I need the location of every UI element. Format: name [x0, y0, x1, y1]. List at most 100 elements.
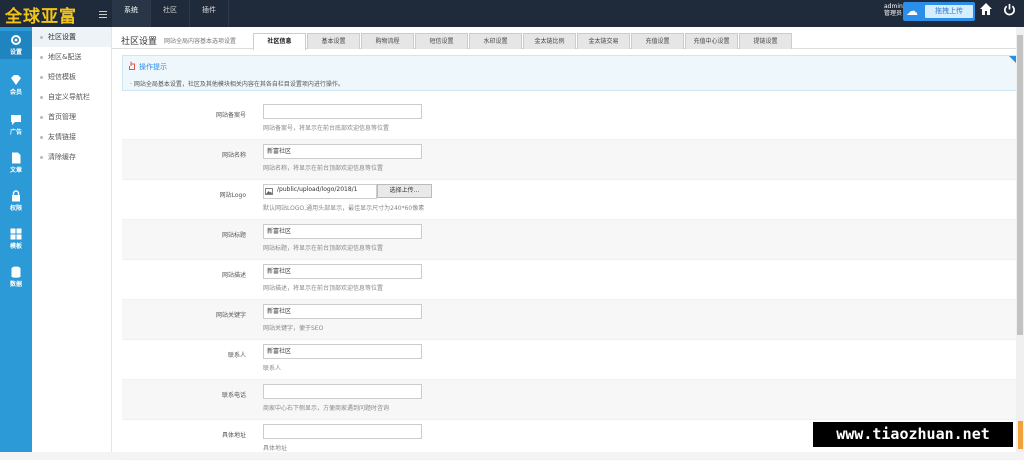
- tip-title: 操作提示: [139, 63, 167, 71]
- top-nav: 系统 社区 插件: [112, 0, 229, 27]
- contact-phone-input[interactable]: [263, 384, 422, 399]
- tab-recharge-center[interactable]: 充值中心设置: [685, 33, 738, 49]
- tab-chain-trade[interactable]: 金太链交易: [577, 33, 630, 49]
- field-label: 联系电话: [221, 392, 246, 399]
- main-sidebar: 设置 会员 广告 文章 权限 模板 数据: [0, 27, 32, 452]
- form-row: 联系电话 商家中心右下侧显示，方便商家遇到问题时咨询: [122, 380, 1020, 420]
- corner-widget: [1018, 421, 1023, 449]
- form-row: 网站名称 新富社区 网站名称，将显示在前台顶部欢迎信息等位置: [122, 140, 1020, 180]
- field-label: 网站备案号: [215, 112, 246, 119]
- page-title: 社区设置: [121, 37, 158, 47]
- form-row: 联系人 新富社区 联系人: [122, 340, 1020, 380]
- form-row: 网站标题 新富社区 网站标题，将显示在前台顶部欢迎信息等位置: [122, 220, 1020, 260]
- logo-path-value: /public/upload/logo/2018/1: [277, 186, 358, 193]
- page-header: 社区设置 网站全局内容基本选项设置 社区信息 基本设置 购物流程 短信设置 水印…: [112, 27, 1022, 50]
- tab-withdraw-settings[interactable]: 提链设置: [739, 33, 792, 49]
- tab-basic-settings[interactable]: 基本设置: [307, 33, 360, 49]
- home-icon[interactable]: [979, 2, 993, 16]
- tab-watermark-settings[interactable]: 水印设置: [469, 33, 522, 49]
- sidebar-item-label: 数据: [9, 281, 22, 288]
- grid-icon: [10, 228, 22, 240]
- subnav-item-sms-templates[interactable]: 短信模板: [32, 67, 111, 87]
- sidebar-item-label: 广告: [9, 129, 22, 136]
- field-hint: 网站关键字，便于SEO: [263, 325, 324, 332]
- gear-icon: [11, 35, 21, 45]
- sub-sidebar: 社区设置 地区&配送 短信模板 自定义导航栏 首页管理 友情链接 清除缓存: [32, 27, 112, 452]
- site-logo[interactable]: 全球亚富: [5, 2, 97, 27]
- subnav-item-community-settings[interactable]: 社区设置: [32, 27, 111, 47]
- field-hint: 网站名称，将显示在前台顶部欢迎信息等位置: [263, 165, 384, 172]
- field-label: 联系人: [227, 352, 246, 359]
- main-content: 社区设置 网站全局内容基本选项设置 社区信息 基本设置 购物流程 短信设置 水印…: [112, 27, 1024, 460]
- topnav-item-plugins[interactable]: 插件: [190, 0, 229, 27]
- tab-community-info[interactable]: 社区信息: [253, 33, 306, 50]
- form-row: 网站Logo /public/upload/logo/2018/1 选择上传..…: [122, 180, 1020, 220]
- tip-box: 操作提示 · 网站全局基本设置，社区及其他模块相关内容在其各自栏目设置项内进行操…: [122, 55, 1020, 91]
- settings-form: 网站备案号 网站备案号，将显示在前台底部欢迎信息等位置 网站名称 新富社区 网站…: [122, 100, 1020, 460]
- diamond-icon: [11, 75, 21, 85]
- field-label: 具体地址: [221, 432, 246, 439]
- field-hint: 默认网站LOGO,通用头部显示，最佳显示尺寸为240*60像素: [263, 205, 425, 212]
- sidebar-item-label: 设置: [9, 49, 22, 56]
- field-hint: 网站描述，将显示在前台顶部欢迎信息等位置: [263, 285, 384, 292]
- tip-text: · 网站全局基本设置，社区及其他模块相关内容在其各自栏目设置项内进行操作。: [130, 81, 344, 88]
- settings-tabs: 社区信息 基本设置 购物流程 短信设置 水印设置 金太链比例 金太链交易 充值设…: [253, 33, 793, 50]
- field-label: 网站关键字: [215, 312, 246, 319]
- form-row: 网站备案号 网站备案号，将显示在前台底部欢迎信息等位置: [122, 100, 1020, 140]
- topnav-item-community[interactable]: 社区: [151, 0, 190, 27]
- sidebar-item-members[interactable]: 会员: [0, 71, 32, 99]
- tab-chain-ratio[interactable]: 金太链比例: [523, 33, 576, 49]
- sidebar-item-settings[interactable]: 设置: [0, 31, 32, 59]
- hand-pointer-icon: [129, 61, 135, 70]
- field-label: 网站名称: [221, 152, 246, 159]
- form-row: 网站描述 新富社区 网站描述，将显示在前台顶部欢迎信息等位置: [122, 260, 1020, 300]
- site-title-input[interactable]: 新富社区: [263, 224, 422, 239]
- sidebar-item-label: 会员: [9, 89, 22, 96]
- top-bar: 全球亚富 系统 社区 插件 admin 管理员 ☁ 拖拽上传: [0, 0, 1024, 27]
- icp-number-input[interactable]: [263, 104, 422, 119]
- subnav-item-friend-links[interactable]: 友情链接: [32, 127, 111, 147]
- site-keywords-input[interactable]: 新富社区: [263, 304, 422, 319]
- field-hint: 商家中心右下侧显示，方便商家遇到问题时咨询: [263, 405, 390, 412]
- subnav-item-custom-nav[interactable]: 自定义导航栏: [32, 87, 111, 107]
- message-icon: [11, 115, 21, 125]
- upload-cloud-icon: ☁: [906, 4, 918, 18]
- field-label: 网站描述: [221, 272, 246, 279]
- page-scrollbar[interactable]: [1016, 27, 1024, 452]
- field-hint: 网站备案号，将显示在前台底部欢迎信息等位置: [263, 125, 390, 132]
- menu-toggle-icon[interactable]: [99, 11, 107, 19]
- form-row: 网站关键字 新富社区 网站关键字，便于SEO: [122, 300, 1020, 340]
- sidebar-item-label: 权限: [9, 205, 22, 212]
- sidebar-item-articles[interactable]: 文章: [0, 149, 32, 177]
- field-hint: 具体地址: [263, 445, 288, 452]
- subnav-item-region-shipping[interactable]: 地区&配送: [32, 47, 111, 67]
- field-label: 网站Logo: [219, 192, 246, 199]
- field-label: 网站标题: [221, 232, 246, 239]
- address-input[interactable]: [263, 424, 422, 439]
- sidebar-item-label: 模板: [9, 243, 22, 250]
- tab-recharge-settings[interactable]: 充值设置: [631, 33, 684, 49]
- image-icon: [265, 188, 273, 195]
- drag-upload-widget[interactable]: ☁ 拖拽上传: [903, 2, 975, 21]
- field-hint: 网站标题，将显示在前台顶部欢迎信息等位置: [263, 245, 384, 252]
- choose-upload-button[interactable]: 选择上传...: [377, 184, 432, 198]
- sidebar-item-templates[interactable]: 模板: [0, 225, 32, 253]
- subnav-item-clear-cache[interactable]: 清除缓存: [32, 147, 111, 167]
- tab-shopping-flow[interactable]: 购物流程: [361, 33, 414, 49]
- site-description-input[interactable]: 新富社区: [263, 264, 422, 279]
- power-icon[interactable]: [1003, 3, 1016, 16]
- document-icon: [12, 152, 21, 164]
- sidebar-item-data[interactable]: 数据: [0, 263, 32, 291]
- tab-sms-settings[interactable]: 短信设置: [415, 33, 468, 49]
- scrollbar-thumb[interactable]: [1017, 35, 1023, 335]
- drag-upload-button[interactable]: 拖拽上传: [925, 5, 973, 18]
- topnav-item-system[interactable]: 系统: [112, 0, 151, 27]
- subnav-item-homepage[interactable]: 首页管理: [32, 107, 111, 127]
- sidebar-item-ads[interactable]: 广告: [0, 111, 32, 139]
- contact-person-input[interactable]: 新富社区: [263, 344, 422, 359]
- site-name-input[interactable]: 新富社区: [263, 144, 422, 159]
- field-hint: 联系人: [263, 365, 282, 372]
- watermark: www.tiaozhuan.net: [813, 422, 1013, 447]
- sidebar-item-permissions[interactable]: 权限: [0, 187, 32, 215]
- database-icon: [11, 266, 21, 278]
